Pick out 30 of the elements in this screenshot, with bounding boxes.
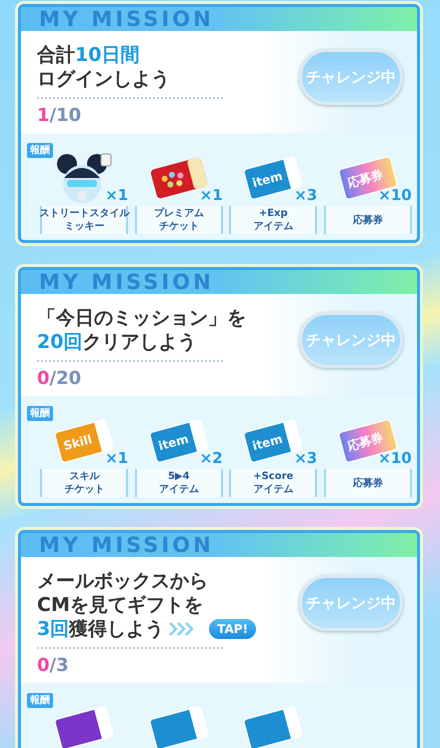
challenge-button[interactable]: チャレンジ中 xyxy=(299,312,403,368)
reward-label: +Score アイテム xyxy=(229,469,318,497)
reward-tag: 報酬 xyxy=(27,693,53,708)
header-text: MY MISSION xyxy=(39,270,214,294)
reward-label: プレミアム チケット xyxy=(134,206,223,234)
reward-label: +Exp アイテム xyxy=(229,206,318,234)
challenge-button[interactable]: チャレンジ中 xyxy=(299,575,403,631)
header-text: MY MISSION xyxy=(39,533,214,557)
mission-title: ログインしよう xyxy=(37,67,170,91)
progress-count: 0/3 xyxy=(37,654,70,678)
reward-label: ストリートスタイル ミッキー xyxy=(40,206,128,234)
reward-label: 応募券 xyxy=(324,469,412,497)
mission-title: 20回クリアしよう xyxy=(37,330,196,354)
reward-count: ×1 xyxy=(200,184,223,206)
reward-tag: 報酬 xyxy=(27,406,53,421)
progress-count: 0/20 xyxy=(37,367,82,391)
reward-tag: 報酬 xyxy=(27,143,53,158)
challenge-button[interactable]: チャレンジ中 xyxy=(299,49,403,105)
progress-count: 1/10 xyxy=(37,104,82,128)
reward-label: スキル チケット xyxy=(40,469,128,497)
mission-title: CMを見てギフトを xyxy=(37,593,203,617)
mission-title: 3回獲得しよう xyxy=(37,617,164,641)
mission-title: 合計10日間 xyxy=(37,43,140,67)
tap-button[interactable]: TAP! xyxy=(208,618,258,640)
reward-label: 応募券 xyxy=(324,206,412,234)
reward-count: ×1 xyxy=(105,184,128,206)
reward-label: 5▶4 アイテム xyxy=(134,469,223,497)
mission-title: メールボックスから xyxy=(37,569,208,593)
header-text: MY MISSION xyxy=(39,7,214,31)
mission-title: 「今日のミッション」を xyxy=(37,306,246,330)
